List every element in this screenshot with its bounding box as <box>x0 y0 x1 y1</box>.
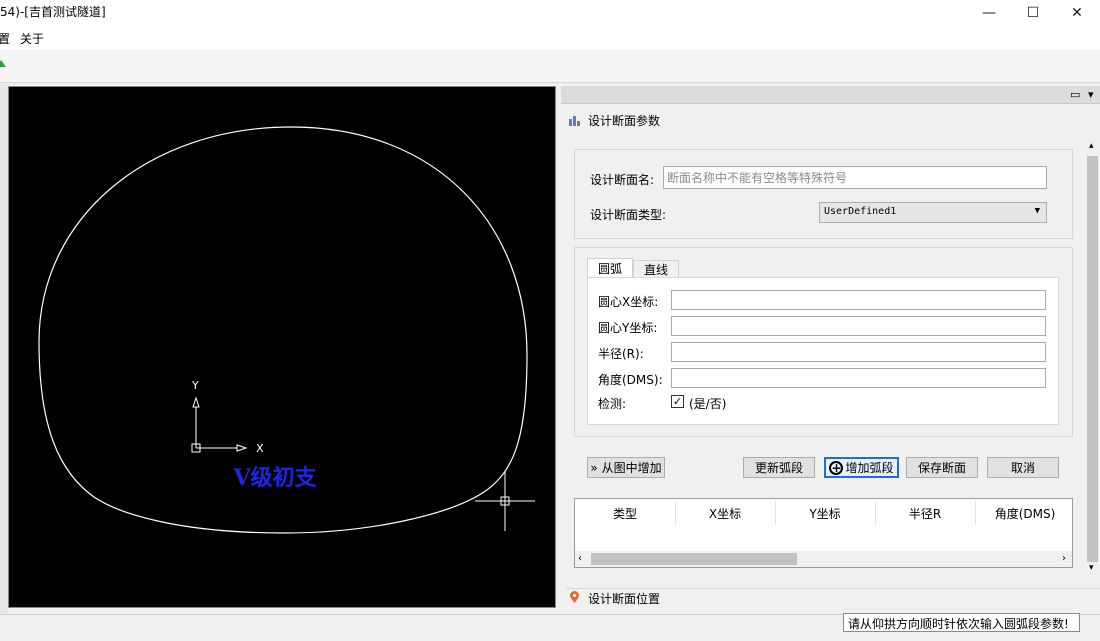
table-header-radius[interactable]: 半径R <box>875 505 975 522</box>
close-button[interactable]: ✕ <box>1054 0 1100 26</box>
title-bar <box>0 0 1100 26</box>
ucs-axis-icon <box>191 396 248 453</box>
axis-x-label: X <box>256 442 264 455</box>
section-name-label: V级初支 <box>233 465 317 491</box>
panel-scroll-thumb[interactable] <box>1087 156 1098 562</box>
window-title: 54)-[吉首测试隧道] <box>0 5 106 19</box>
scroll-left-icon[interactable]: ‹ <box>578 553 582 564</box>
menu-item-settings[interactable]: 置 <box>0 30 10 47</box>
center-y-label: 圆心Y坐标: <box>598 321 658 335</box>
chevron-down-icon: ▼ <box>1034 206 1040 216</box>
table-header-x[interactable]: X坐标 <box>675 505 775 522</box>
section-basic-group <box>574 149 1073 239</box>
crosshair-cursor <box>475 471 535 531</box>
menu-item-about[interactable]: 关于 <box>20 30 44 47</box>
left-splitter <box>0 84 8 614</box>
toolbar <box>0 50 1100 83</box>
status-message: 请从仰拱方向顺时针依次输入圆弧段参数! <box>843 613 1080 632</box>
radius-input[interactable] <box>671 342 1046 362</box>
tunnel-drawing: Y X <box>38 126 535 534</box>
tab-line[interactable]: 直线 <box>633 260 679 278</box>
angle-input[interactable] <box>671 368 1046 388</box>
scroll-right-icon[interactable]: › <box>1062 553 1066 564</box>
pin-icon[interactable]: ▾ <box>1088 88 1094 101</box>
angle-label: 角度(DMS): <box>598 373 663 387</box>
plus-circle-icon: + <box>829 460 844 475</box>
add-from-drawing-button[interactable]: » 从图中增加 <box>587 457 665 478</box>
tab-arc[interactable]: 圆弧 <box>587 258 633 278</box>
drawing-canvas[interactable]: Y X <box>8 86 556 608</box>
green-arrow-icon[interactable] <box>0 60 6 67</box>
radius-label: 半径(R): <box>598 347 644 361</box>
menu-bar <box>0 26 1100 50</box>
scroll-down-icon[interactable]: ▾ <box>1089 563 1094 573</box>
cancel-button[interactable]: 取消 <box>987 457 1059 478</box>
center-x-input[interactable] <box>671 290 1046 310</box>
center-x-label: 圆心X坐标: <box>598 295 659 309</box>
section-position-title[interactable]: 设计断面位置 <box>588 590 660 607</box>
table-header-type[interactable]: 类型 <box>575 505 675 522</box>
update-arc-button[interactable]: 更新弧段 <box>743 457 815 478</box>
save-section-button[interactable]: 保存断面 <box>906 457 978 478</box>
axis-y-label: Y <box>191 379 199 392</box>
add-arc-button[interactable]: + 增加弧段 <box>824 457 899 478</box>
center-y-input[interactable] <box>671 316 1046 336</box>
check-checkbox[interactable]: ✓ <box>671 395 684 408</box>
maximize-button[interactable]: ☐ <box>1010 0 1056 26</box>
divider <box>566 588 1100 589</box>
restore-icon[interactable]: ▭ <box>1070 88 1080 101</box>
table-header-angle[interactable]: 角度(DMS) <box>975 505 1075 522</box>
scroll-up-icon[interactable]: ▴ <box>1089 141 1094 151</box>
table-scroll-thumb[interactable] <box>591 553 797 565</box>
check-option-label: (是/否) <box>689 397 727 411</box>
minimize-button[interactable]: — <box>966 0 1012 26</box>
section-name-field-label: 设计断面名: <box>590 173 655 187</box>
table-header-y[interactable]: Y坐标 <box>775 505 875 522</box>
section-type-field-label: 设计断面类型: <box>590 208 667 222</box>
check-label: 检测: <box>598 397 627 411</box>
location-pin-icon <box>569 591 580 604</box>
panel-header <box>561 86 1100 104</box>
section-params-title[interactable]: 设计断面参数 <box>588 112 660 129</box>
parameter-icon <box>568 113 582 127</box>
section-name-input[interactable]: 断面名称中不能有空格等特殊符号 <box>663 166 1047 189</box>
section-type-select[interactable]: UserDefined1 ▼ <box>819 202 1047 223</box>
